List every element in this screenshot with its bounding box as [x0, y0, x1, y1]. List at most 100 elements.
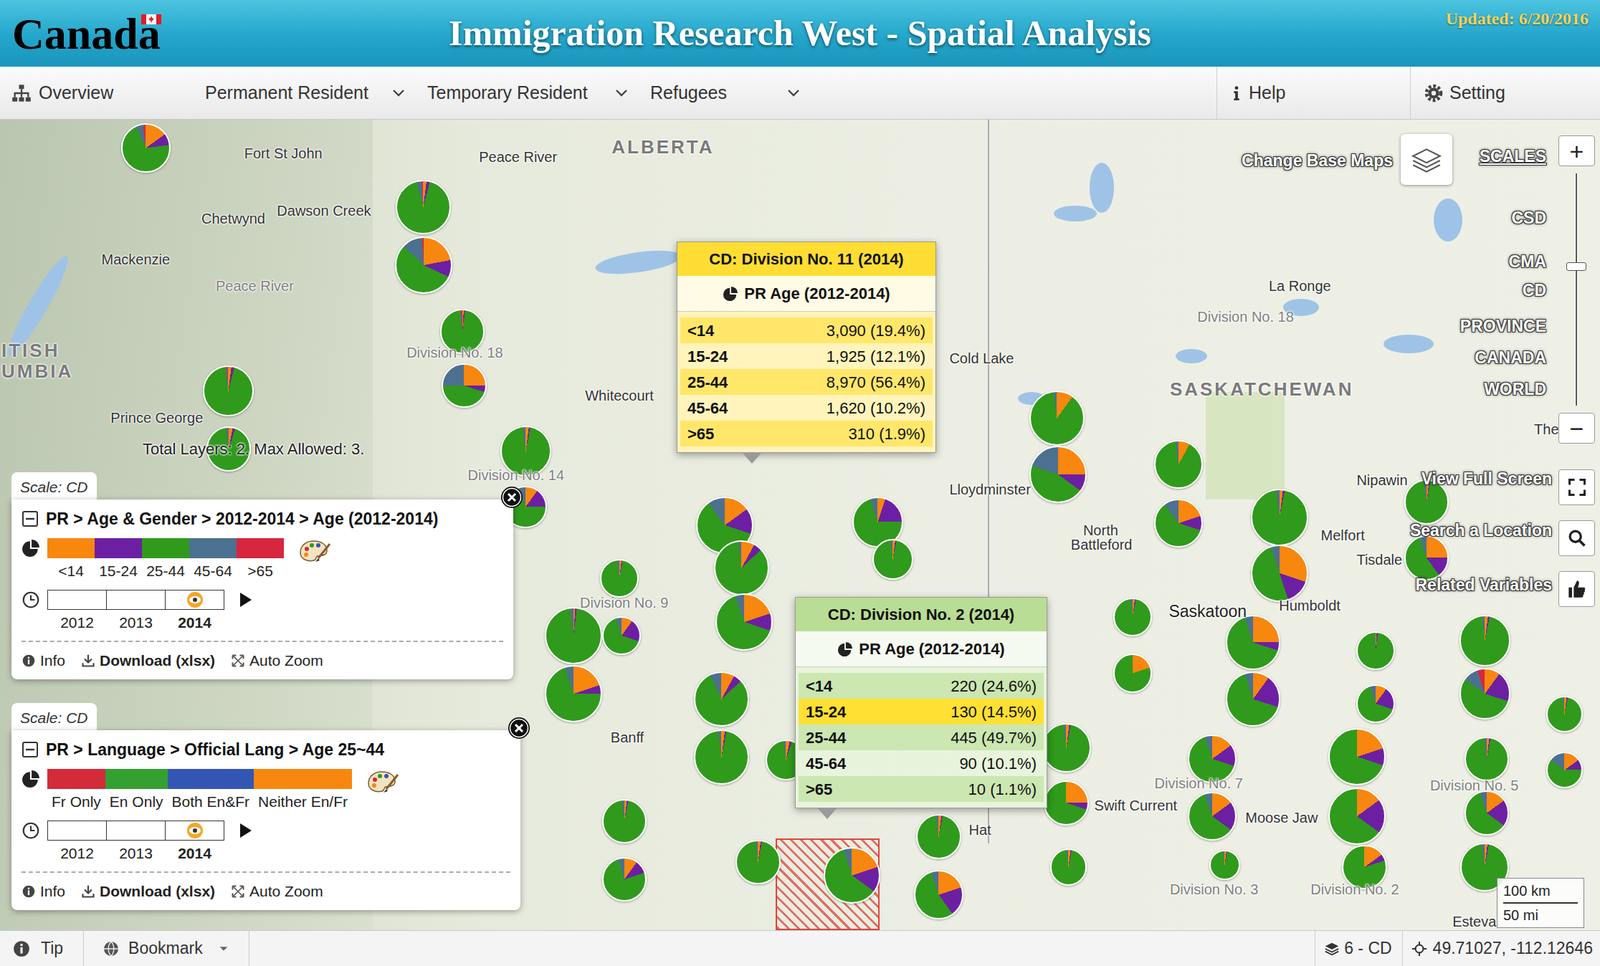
pie-chart[interactable]	[1459, 668, 1511, 719]
pie-chart[interactable]	[202, 365, 254, 417]
pie-chart[interactable]	[1041, 723, 1091, 773]
pie-chart[interactable]	[913, 870, 963, 919]
nav-item[interactable]: Temporary Resident	[427, 66, 651, 119]
legend-item[interactable]: <14	[47, 538, 95, 583]
layer-action[interactable]: Download (xlsx)	[81, 649, 216, 673]
tip-button[interactable]: Tip	[0, 931, 84, 966]
pie-chart[interactable]	[1546, 696, 1583, 733]
pie-chart[interactable]	[544, 665, 603, 723]
pie-chart[interactable]	[1464, 790, 1510, 836]
pie-chart[interactable]	[602, 857, 648, 903]
pie-chart[interactable]	[1328, 728, 1386, 786]
scale-option[interactable]: WORLD	[1483, 377, 1547, 403]
bookmark-button[interactable]: Bookmark	[83, 931, 250, 966]
play-icon[interactable]	[237, 591, 255, 609]
related-button[interactable]	[1558, 571, 1595, 608]
pie-chart[interactable]	[1154, 498, 1203, 548]
layer-action[interactable]: Info	[21, 880, 66, 904]
palette-icon[interactable]	[298, 538, 332, 565]
timeline-cell[interactable]	[106, 820, 166, 841]
help-menu[interactable]: Help	[1216, 66, 1411, 119]
timeline-cell[interactable]	[47, 589, 107, 611]
layer-action[interactable]: Auto Zoom	[230, 649, 324, 673]
pie-chart[interactable]	[1250, 488, 1309, 547]
legend-item[interactable]: Neither En/Fr	[253, 769, 352, 814]
scale-option[interactable]: PROVINCE	[1460, 313, 1547, 340]
pie-chart[interactable]	[600, 559, 639, 598]
pie-chart[interactable]	[1250, 544, 1309, 603]
pie-chart[interactable]	[693, 671, 750, 727]
pie-chart[interactable]	[735, 840, 781, 886]
layer-action[interactable]: Auto Zoom	[230, 880, 324, 904]
legend-item[interactable]: Both En&Fr	[167, 769, 255, 814]
scale-option[interactable]: CMA	[1508, 249, 1547, 275]
pie-chart[interactable]	[544, 607, 603, 665]
pie-chart[interactable]	[602, 799, 648, 845]
timeline-cell[interactable]	[164, 820, 225, 841]
scale-option[interactable]: CD	[1522, 278, 1547, 304]
collapse-icon[interactable]	[21, 510, 39, 528]
pie-chart[interactable]	[1546, 751, 1583, 789]
layer-action[interactable]: Info	[21, 649, 66, 673]
pie-chart[interactable]	[872, 539, 914, 580]
zoom-track[interactable]	[1558, 173, 1595, 406]
pie-chart[interactable]	[395, 179, 451, 236]
canada-logo[interactable]: Canada	[0, 11, 230, 56]
pie-chart[interactable]	[1328, 787, 1386, 846]
pie-chart[interactable]	[1404, 535, 1450, 581]
pie-chart[interactable]	[1154, 440, 1203, 489]
palette-icon[interactable]	[366, 769, 400, 795]
pie-chart[interactable]	[1459, 615, 1511, 666]
pie-chart[interactable]	[715, 593, 773, 651]
pie-chart[interactable]	[1187, 792, 1237, 841]
setting-menu[interactable]: Setting	[1410, 66, 1600, 119]
timeline-cell[interactable]	[164, 589, 225, 611]
legend-item[interactable]: En Only	[105, 769, 168, 814]
full-screen-button[interactable]	[1558, 469, 1595, 506]
pie-chart[interactable]	[1356, 684, 1395, 724]
pie-chart[interactable]	[1225, 671, 1282, 727]
close-icon[interactable]	[508, 717, 530, 740]
pie-chart[interactable]	[441, 363, 487, 409]
nav-item[interactable]: Refugees	[650, 66, 823, 119]
timeline-cell[interactable]	[106, 589, 166, 611]
pie-chart[interactable]	[394, 236, 453, 294]
close-icon[interactable]	[501, 486, 523, 509]
pie-chart[interactable]	[1029, 390, 1085, 446]
pie-chart[interactable]	[1209, 850, 1241, 882]
legend-item[interactable]: 45-64	[189, 538, 237, 583]
scale-option[interactable]: CSD	[1511, 205, 1547, 231]
pie-chart[interactable]	[1113, 597, 1152, 637]
play-icon[interactable]	[237, 822, 255, 840]
legend-item[interactable]: 25-44	[141, 538, 190, 583]
pie-chart[interactable]	[916, 814, 962, 860]
pie-chart[interactable]	[1043, 780, 1089, 826]
pie-chart[interactable]	[823, 847, 882, 905]
pie-chart[interactable]	[693, 729, 750, 785]
timeline-cell[interactable]	[47, 820, 107, 841]
zoom-knob[interactable]	[1566, 262, 1587, 271]
layer-action[interactable]: Download (xlsx)	[81, 880, 216, 904]
zoom-out-button[interactable]: −	[1558, 412, 1595, 444]
legend-item[interactable]: Fr Only	[47, 769, 106, 814]
map-canvas[interactable]: ALBERTASASKATCHEWANITISHUMBIAFort St Joh…	[0, 119, 1600, 931]
pie-chart[interactable]	[1225, 615, 1282, 671]
pie-chart[interactable]	[1464, 736, 1510, 783]
collapse-icon[interactable]	[21, 741, 39, 759]
pie-chart[interactable]	[1029, 445, 1087, 504]
pie-chart[interactable]	[713, 540, 770, 596]
pie-chart[interactable]	[1356, 631, 1395, 671]
nav-item[interactable]: Permanent Resident	[205, 66, 428, 119]
nav-item[interactable]: Overview	[0, 66, 206, 119]
scale-option[interactable]: CANADA	[1474, 345, 1547, 371]
scales-title[interactable]: SCALES	[1479, 144, 1547, 170]
pie-chart[interactable]	[602, 616, 641, 656]
zoom-in-button[interactable]: +	[1558, 135, 1595, 167]
base-maps-button[interactable]	[1400, 134, 1453, 185]
pie-chart[interactable]	[1050, 848, 1087, 886]
legend-item[interactable]: 15-24	[94, 538, 142, 583]
pie-chart[interactable]	[121, 123, 170, 173]
legend-item[interactable]: >65	[236, 538, 284, 583]
pie-chart[interactable]	[1113, 653, 1152, 693]
search-button[interactable]	[1558, 520, 1595, 557]
